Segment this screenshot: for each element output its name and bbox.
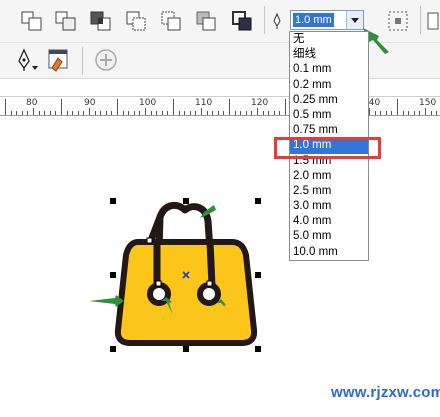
dropdown-option[interactable]: 3.0 mm xyxy=(290,199,368,214)
ruler-label: 100 xyxy=(139,98,157,108)
simplify-icon[interactable] xyxy=(123,7,151,35)
bag-body xyxy=(114,239,258,346)
dropdown-option[interactable]: 2.5 mm xyxy=(290,184,368,199)
outline-pen-small-icon xyxy=(268,7,286,35)
dropdown-option[interactable]: 细线 xyxy=(290,47,368,62)
dropdown-option[interactable]: 0.1 mm xyxy=(290,62,368,77)
ruler-label: 90 xyxy=(84,98,96,108)
outline-width-select[interactable]: 1.0 mm xyxy=(290,10,364,30)
outline-width-value: 1.0 mm xyxy=(293,13,334,27)
boundary-icon[interactable] xyxy=(229,7,257,35)
fill-edit-icon[interactable] xyxy=(44,46,72,74)
right-ring xyxy=(197,282,221,306)
dropdown-option[interactable]: 0.5 mm xyxy=(290,108,368,123)
toolbar-separator xyxy=(264,6,265,34)
ruler-label: 80 xyxy=(26,98,38,108)
dropdown-option[interactable]: 0.25 mm xyxy=(290,93,368,108)
front-minus-back-icon[interactable] xyxy=(158,7,186,35)
pen-nib-icon[interactable] xyxy=(12,46,40,74)
drawing-canvas[interactable] xyxy=(0,115,440,417)
ruler-label: 150 xyxy=(419,98,437,108)
weld-icon[interactable] xyxy=(18,7,46,35)
dropdown-option[interactable]: 4.0 mm xyxy=(290,214,368,229)
toolbar-separator xyxy=(82,47,83,75)
dropdown-option[interactable]: 10.0 mm xyxy=(290,245,368,260)
dropdown-option[interactable]: 5.0 mm xyxy=(290,229,368,244)
dropdown-option[interactable]: 2.0 mm xyxy=(290,169,368,184)
toolbar-separator xyxy=(420,6,421,34)
intersect-icon[interactable] xyxy=(87,7,115,35)
horizontal-ruler[interactable]: 80 90 100 110 120 130 140 150 xyxy=(0,96,440,116)
trim-icon[interactable] xyxy=(52,7,80,35)
dropdown-option[interactable]: 0.2 mm xyxy=(290,78,368,93)
dropdown-option[interactable]: 无 xyxy=(290,32,368,47)
ruler-label: 110 xyxy=(195,98,213,108)
red-highlight-box xyxy=(274,137,381,159)
more-tools-icon[interactable] xyxy=(424,7,440,35)
add-icon[interactable] xyxy=(92,46,120,74)
ruler-label: 120 xyxy=(251,98,269,108)
back-minus-front-icon[interactable] xyxy=(193,7,221,35)
watermark-text: www.rjzxw.com xyxy=(331,384,440,401)
